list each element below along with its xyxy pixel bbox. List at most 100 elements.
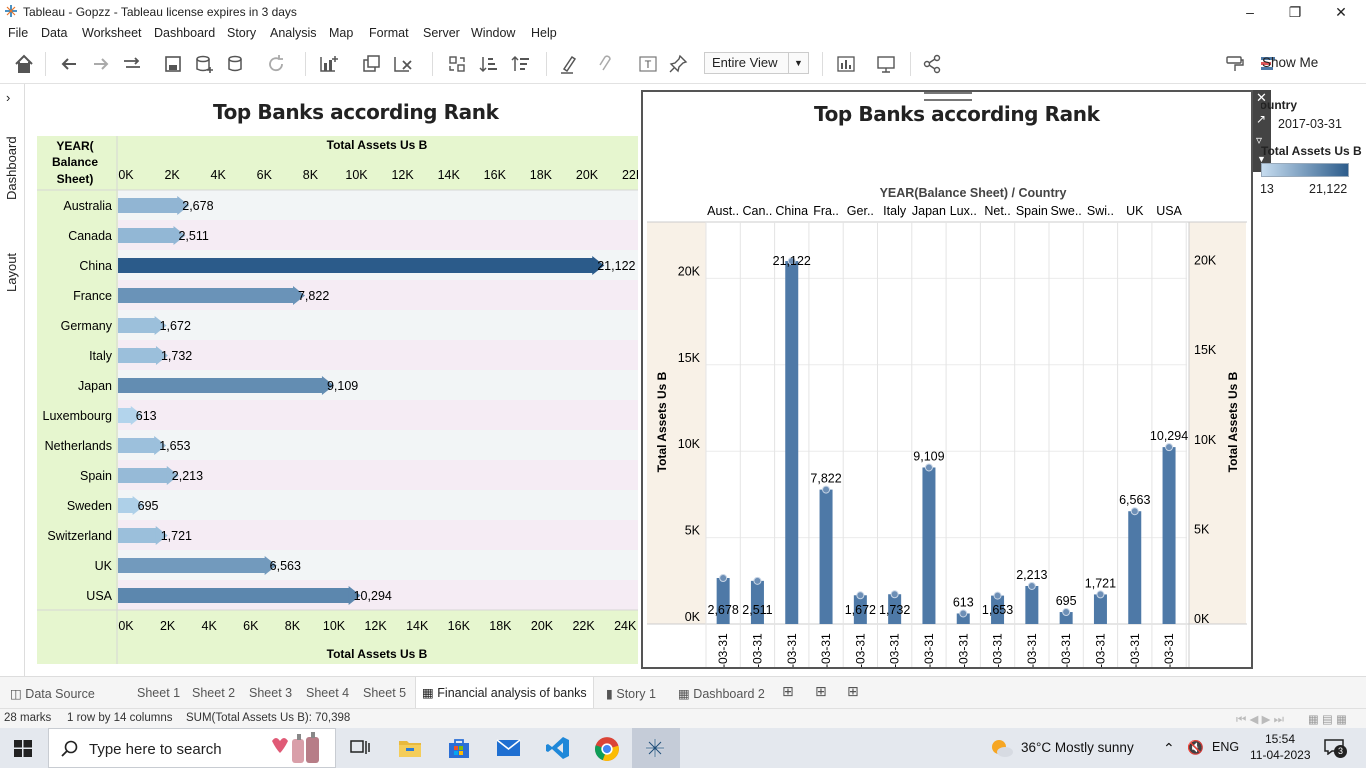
data-label: 21,122 — [773, 254, 811, 268]
tray-chevron-up-icon[interactable]: ⌃ — [1163, 740, 1175, 757]
show-me-button[interactable]: Show Me — [1262, 55, 1318, 70]
data-label: 695 — [1056, 594, 1077, 608]
sheet-nav-icons[interactable]: ⏮ ◀ ▶ ⏭ — [1236, 712, 1284, 727]
tab-dashboard-2[interactable]: ▦ Dashboard 2 — [678, 686, 765, 701]
minimize-button[interactable]: – — [1230, 2, 1270, 22]
bar — [118, 378, 323, 393]
show-mark-labels-icon[interactable]: T — [637, 53, 659, 75]
clear-sheet-icon[interactable] — [392, 53, 414, 75]
presentation-mode-icon[interactable] — [875, 53, 897, 75]
svg-text:T: T — [645, 59, 652, 71]
filter-legend-value[interactable]: 2017-03-31 — [1278, 117, 1342, 131]
tab-story-1[interactable]: ▮ Story 1 — [606, 686, 656, 701]
restore-button[interactable]: ❐ — [1275, 2, 1315, 22]
home-icon[interactable] — [13, 53, 35, 75]
expand-panel-icon[interactable]: › — [6, 90, 10, 105]
menu-dashboard[interactable]: Dashboard — [154, 26, 215, 40]
clock-time[interactable]: 15:54 — [1265, 732, 1295, 746]
weather-text[interactable]: 36°C Mostly sunny — [1021, 740, 1134, 755]
top-axis-tick: 10K — [345, 168, 368, 182]
menu-help[interactable]: Help — [531, 26, 557, 40]
clock-date[interactable]: 11-04-2023 — [1250, 748, 1311, 762]
date-label: 2017-03-31 — [750, 633, 764, 667]
bar — [118, 258, 594, 273]
column-label: Fra.. — [813, 204, 839, 218]
row-label: Spain — [80, 469, 112, 483]
notification-center[interactable]: 3 — [1324, 739, 1347, 758]
data-label: 6,563 — [270, 559, 301, 573]
bottom-axis-tick: 24K — [614, 619, 637, 633]
format-painter-icon[interactable] — [1224, 53, 1246, 75]
menu-file[interactable]: File — [8, 26, 28, 40]
data-label: 613 — [953, 595, 974, 609]
close-button[interactable]: ✕ — [1321, 2, 1361, 22]
column-label: Can.. — [743, 204, 773, 218]
tab-financial-analysis[interactable]: ▦ Financial analysis of banks — [415, 677, 594, 708]
mail-icon[interactable] — [496, 738, 521, 758]
new-datasource-icon[interactable] — [194, 53, 216, 75]
menu-story[interactable]: Story — [227, 26, 256, 40]
sheet-sorter-icons[interactable]: ▦ ▤ ▦ — [1308, 712, 1347, 726]
menu-server[interactable]: Server — [423, 26, 460, 40]
swap-icon[interactable] — [121, 53, 143, 75]
tab-sheet-5[interactable]: Sheet 5 — [363, 686, 406, 700]
task-view-icon[interactable] — [350, 739, 370, 757]
chrome-icon[interactable] — [594, 736, 620, 762]
new-dashboard-tab-icon[interactable]: ⊞ — [815, 683, 827, 700]
date-label: 2017-03-31 — [1093, 633, 1107, 667]
top-axis-tick: 8K — [303, 168, 319, 182]
sort-descending-icon[interactable] — [510, 53, 532, 75]
show-cards-icon[interactable] — [835, 53, 857, 75]
microsoft-store-icon[interactable] — [447, 737, 471, 759]
sort-ascending-icon[interactable] — [478, 53, 500, 75]
tab-sheet-1[interactable]: Sheet 1 — [137, 686, 180, 700]
swap-rows-columns-icon[interactable] — [446, 53, 468, 75]
left-bar-chart[interactable]: Australia Canada China France Germany Italy Ja… — [37, 136, 638, 664]
undo-icon[interactable] — [58, 53, 80, 75]
menu-analysis[interactable]: Analysis — [270, 26, 317, 40]
fit-view-dropdown[interactable]: Entire View ▼ — [704, 52, 809, 74]
tab-sheet-2[interactable]: Sheet 2 — [192, 686, 235, 700]
menu-format[interactable]: Format — [369, 26, 409, 40]
date-label: 2017-03-31 — [819, 633, 833, 667]
tab-sheet-4[interactable]: Sheet 4 — [306, 686, 349, 700]
duplicate-sheet-icon[interactable] — [360, 53, 382, 75]
menu-data[interactable]: Data — [41, 26, 67, 40]
right-column-chart[interactable]: YEAR(Balance Sheet) / Country 0K 5K 10K 15K 2… — [643, 142, 1251, 667]
redo-icon[interactable] — [90, 53, 112, 75]
bar — [118, 288, 294, 303]
menu-map[interactable]: Map — [329, 26, 353, 40]
share-icon[interactable] — [921, 53, 943, 75]
row-band — [118, 340, 638, 370]
highlight-icon[interactable] — [558, 53, 580, 75]
file-explorer-icon[interactable] — [398, 737, 422, 759]
taskbar-search[interactable]: Type here to search — [48, 728, 336, 768]
tab-sheet-3[interactable]: Sheet 3 — [249, 686, 292, 700]
drag-handle[interactable] — [924, 92, 972, 101]
left-axis-tick: 0K — [685, 610, 701, 624]
bar-cap-dot — [890, 590, 899, 599]
tab-data-source[interactable]: ◫ Data Source — [10, 686, 95, 701]
vscode-icon[interactable] — [546, 736, 570, 760]
language-indicator[interactable]: ENG — [1212, 740, 1239, 754]
save-icon[interactable] — [162, 53, 184, 75]
fix-axes-icon[interactable] — [667, 53, 689, 75]
weather-icon[interactable] — [990, 738, 1014, 758]
right-sheet-container[interactable]: Top Banks according Rank YEAR(Balance Sh… — [641, 90, 1253, 669]
tableau-taskbar-button[interactable] — [632, 728, 680, 768]
volume-mute-icon[interactable]: 🔇 — [1187, 740, 1204, 756]
windows-start-icon[interactable] — [14, 740, 32, 757]
bar — [118, 198, 179, 213]
new-story-tab-icon[interactable]: ⊞ — [847, 683, 859, 700]
pause-updates-icon[interactable] — [226, 53, 248, 75]
new-worksheet-tab-icon[interactable]: ⊞ — [782, 683, 794, 700]
new-worksheet-icon[interactable] — [318, 53, 340, 75]
layout-tab[interactable]: Layout — [4, 253, 19, 292]
menu-window[interactable]: Window — [471, 26, 515, 40]
menu-worksheet[interactable]: Worksheet — [82, 26, 142, 40]
bottom-axis-tick: 4K — [202, 619, 218, 633]
dashboard-tab[interactable]: Dashboard — [4, 136, 19, 200]
row-band — [118, 520, 638, 550]
refresh-icon[interactable] — [265, 53, 287, 75]
group-members-icon[interactable] — [595, 53, 617, 75]
